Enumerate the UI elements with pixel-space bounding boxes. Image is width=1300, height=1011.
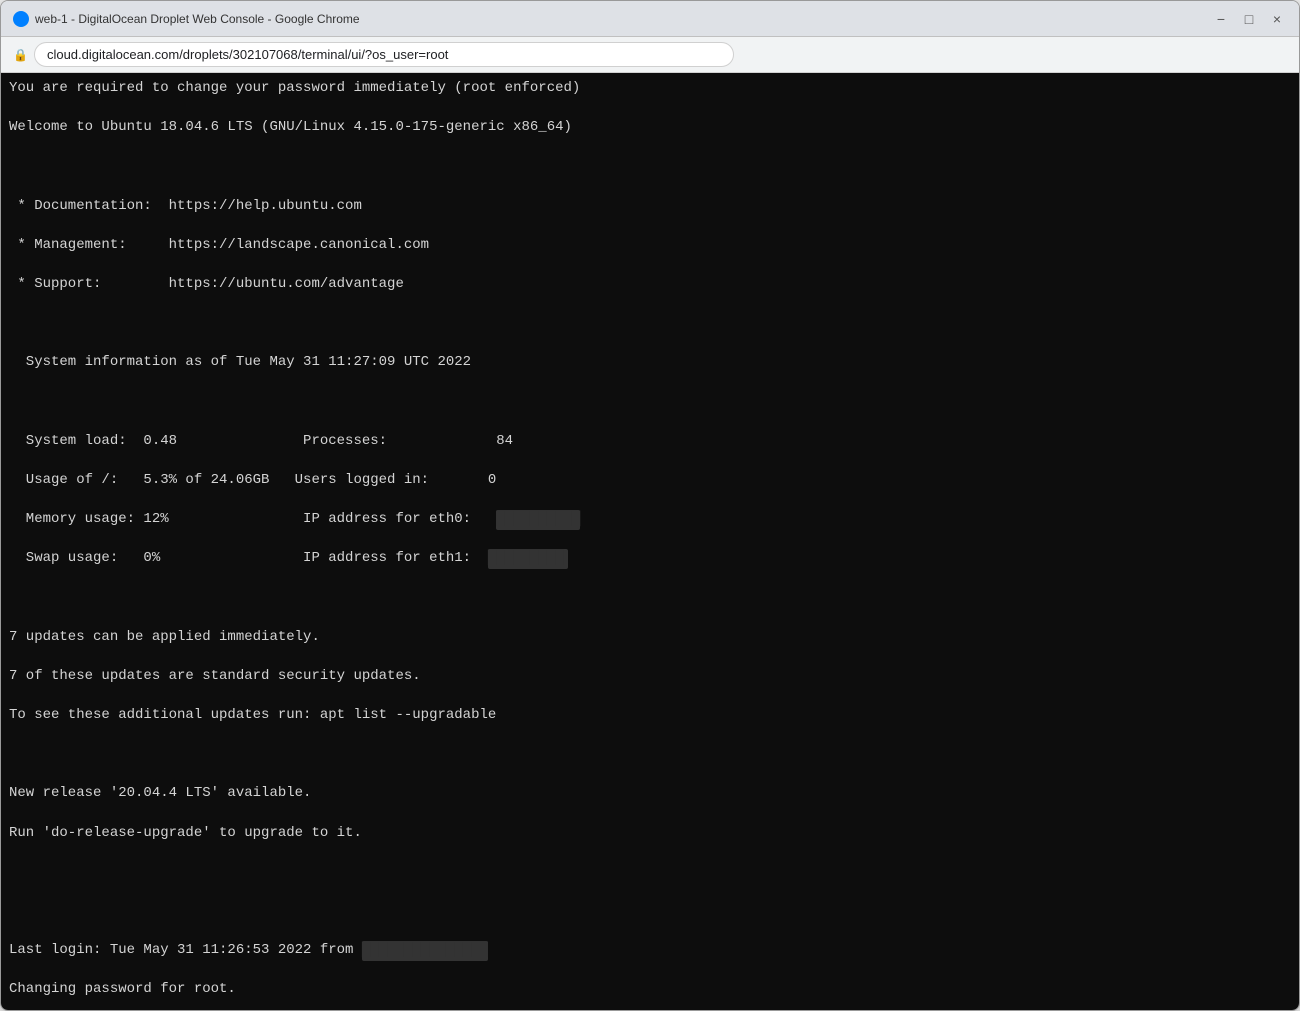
terminal-line-8: System information as of Tue May 31 11:2…: [9, 353, 1291, 373]
window-controls: − □ ×: [1211, 9, 1287, 29]
terminal-line-7: [9, 314, 1291, 334]
terminal-output[interactable]: You are required to change your password…: [1, 73, 1299, 1010]
terminal-line-17: To see these additional updates run: apt…: [9, 706, 1291, 726]
terminal-line-15: 7 updates can be applied immediately.: [9, 628, 1291, 648]
address-bar: 🔒 cloud.digitalocean.com/droplets/302107…: [1, 37, 1299, 73]
terminal-line-23: Last login: Tue May 31 11:26:53 2022 fro…: [9, 941, 1291, 961]
terminal-line-22: [9, 902, 1291, 922]
terminal-line-10: System load: 0.48 Processes: 84: [9, 432, 1291, 452]
terminal-line-19: New release '20.04.4 LTS' available.: [9, 784, 1291, 804]
minimize-button[interactable]: −: [1211, 9, 1231, 29]
browser-title: web-1 - DigitalOcean Droplet Web Console…: [35, 12, 1211, 26]
ip-eth0-redacted: ██████████: [496, 510, 580, 530]
terminal-line-11: Usage of /: 5.3% of 24.06GB Users logged…: [9, 471, 1291, 491]
ip-eth1-redacted: █████████: [488, 549, 568, 569]
terminal-line-24: Changing password for root.: [9, 980, 1291, 1000]
lock-icon: 🔒: [13, 48, 28, 62]
browser-favicon: [13, 11, 29, 27]
terminal-line-4: * Documentation: https://help.ubuntu.com: [9, 197, 1291, 217]
close-button[interactable]: ×: [1267, 9, 1287, 29]
last-login-ip-redacted: ███████████████: [362, 941, 488, 961]
terminal-line-3: [9, 157, 1291, 177]
terminal-line-21: [9, 863, 1291, 883]
terminal-line-13: Swap usage: 0% IP address for eth1: ████…: [9, 549, 1291, 569]
terminal-line-12: Memory usage: 12% IP address for eth0: █…: [9, 510, 1291, 530]
terminal-line-6: * Support: https://ubuntu.com/advantage: [9, 275, 1291, 295]
maximize-button[interactable]: □: [1239, 9, 1259, 29]
terminal-line-2: Welcome to Ubuntu 18.04.6 LTS (GNU/Linux…: [9, 118, 1291, 138]
terminal-line-16: 7 of these updates are standard security…: [9, 667, 1291, 687]
browser-window: web-1 - DigitalOcean Droplet Web Console…: [0, 0, 1300, 1011]
terminal-line-5: * Management: https://landscape.canonica…: [9, 236, 1291, 256]
terminal-line-18: [9, 745, 1291, 765]
terminal-line-14: [9, 588, 1291, 608]
terminal-line-20: Run 'do-release-upgrade' to upgrade to i…: [9, 824, 1291, 844]
terminal-line-1: You are required to change your password…: [9, 79, 1291, 99]
title-bar: web-1 - DigitalOcean Droplet Web Console…: [1, 1, 1299, 37]
url-bar[interactable]: cloud.digitalocean.com/droplets/30210706…: [34, 42, 734, 67]
terminal-line-9: [9, 393, 1291, 413]
